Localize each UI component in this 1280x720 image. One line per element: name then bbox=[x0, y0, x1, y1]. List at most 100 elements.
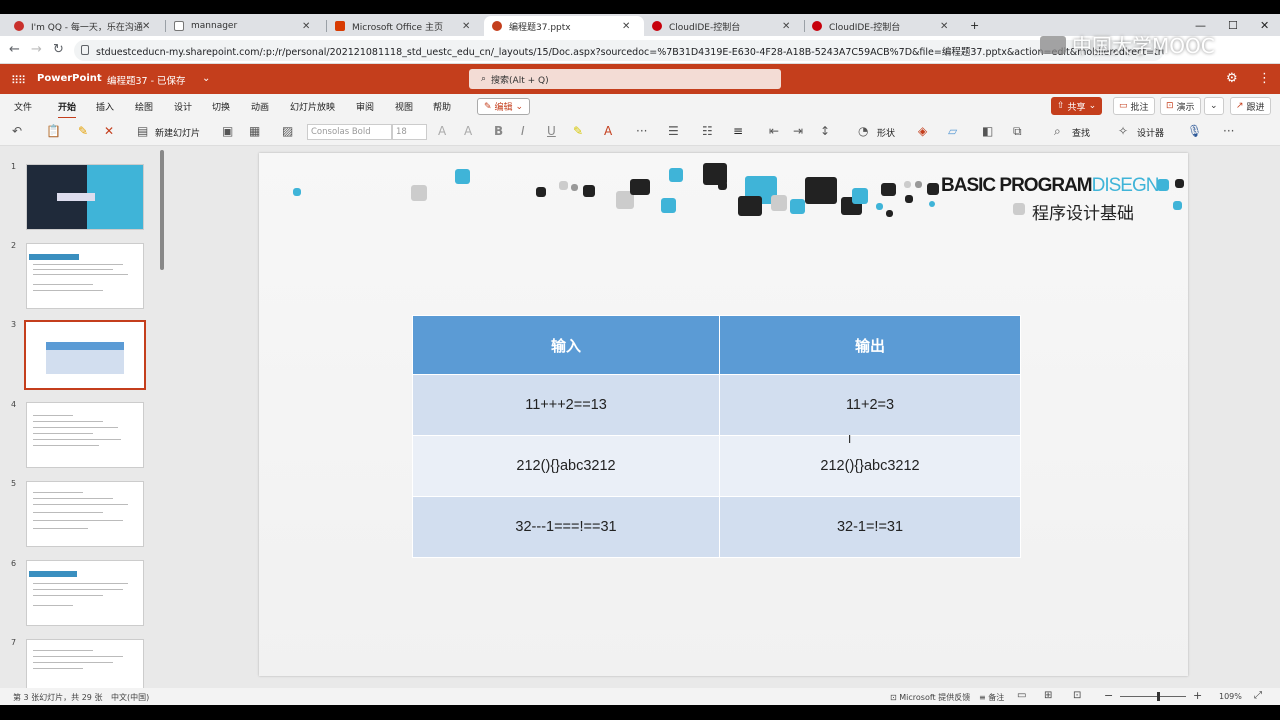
share-button[interactable]: ⇧ 共享 ⌄ bbox=[1051, 97, 1103, 115]
designer-icon[interactable]: ✧ bbox=[1118, 124, 1128, 138]
reading-view-icon[interactable]: ⊡ bbox=[1073, 690, 1081, 701]
tab-draw[interactable]: 绘图 bbox=[135, 100, 153, 113]
zoom-out-icon[interactable]: − bbox=[1104, 689, 1113, 702]
arrange-icon[interactable]: ⧉ bbox=[1013, 124, 1022, 139]
bold-icon[interactable]: B bbox=[494, 124, 503, 138]
table-cell[interactable]: 32---1===!==31 bbox=[411, 496, 721, 558]
overflow-icon[interactable]: ··· bbox=[1223, 124, 1234, 138]
slide-thumbnail-1[interactable] bbox=[26, 164, 144, 230]
font-color-icon[interactable]: A bbox=[604, 124, 612, 138]
edit-mode-button[interactable]: ✎ 编辑 ⌄ bbox=[477, 98, 530, 115]
shape-fill-icon[interactable]: ◈ bbox=[918, 124, 927, 138]
tab-design[interactable]: 设计 bbox=[174, 100, 192, 113]
tab-file[interactable]: 文件 bbox=[14, 100, 32, 113]
decrease-indent-icon[interactable]: ⇤ bbox=[769, 124, 779, 138]
close-icon[interactable]: ✕ bbox=[302, 16, 310, 36]
thumbnail-scrollbar[interactable] bbox=[160, 150, 164, 270]
reuse-slide-icon[interactable]: ▣ bbox=[222, 124, 233, 138]
url-field[interactable]: stduestceducn-my.sharepoint.com/:p:/r/pe… bbox=[74, 40, 1164, 61]
table-cell[interactable]: 11+++2==13 bbox=[411, 374, 721, 436]
sorter-view-icon[interactable]: ⊞ bbox=[1044, 690, 1052, 701]
browser-tab-office[interactable]: Microsoft Office 主页 bbox=[327, 16, 479, 36]
normal-view-icon[interactable]: ▭ bbox=[1017, 690, 1026, 701]
section-icon[interactable]: ▨ bbox=[282, 124, 293, 138]
tab-view[interactable]: 视图 bbox=[395, 100, 413, 113]
line-spacing-icon[interactable]: ↕ bbox=[820, 124, 830, 138]
highlight-icon[interactable]: ✎ bbox=[573, 124, 583, 138]
zoom-slider[interactable] bbox=[1120, 696, 1186, 697]
table-header-output[interactable]: 输出 bbox=[719, 315, 1021, 375]
table-cell[interactable]: 11+2=3 bbox=[719, 374, 1021, 436]
language-indicator[interactable]: 中文(中国) bbox=[111, 692, 149, 703]
table-header-input[interactable]: 输入 bbox=[411, 315, 721, 375]
zoom-in-icon[interactable]: + bbox=[1193, 689, 1202, 702]
feedback-button[interactable]: ⊡ Microsoft 提供反馈 bbox=[890, 692, 970, 703]
forward-icon[interactable]: → bbox=[31, 42, 42, 57]
comments-button[interactable]: ▭ 批注 bbox=[1113, 97, 1155, 115]
paste-icon[interactable]: 📋 bbox=[46, 124, 61, 138]
tab-review[interactable]: 审阅 bbox=[356, 100, 374, 113]
table-cell[interactable]: 212(){}abc3212 bbox=[411, 435, 721, 497]
zoom-level[interactable]: 109% bbox=[1219, 692, 1242, 701]
fit-slide-icon[interactable]: ⤢ bbox=[1254, 690, 1262, 701]
new-slide-icon[interactable]: ▤ bbox=[137, 124, 148, 138]
underline-icon[interactable]: U bbox=[547, 124, 556, 138]
tab-slideshow[interactable]: 幻灯片放映 bbox=[290, 100, 335, 113]
search-input[interactable]: ⌕ 搜索(Alt + Q) bbox=[469, 69, 781, 89]
tab-help[interactable]: 帮助 bbox=[433, 100, 451, 113]
present-options-button[interactable]: ⌄ bbox=[1204, 97, 1224, 115]
maximize-button[interactable]: ☐ bbox=[1228, 14, 1238, 36]
dictate-icon[interactable]: 🎙 bbox=[1187, 124, 1202, 138]
io-table[interactable]: 输入 输出 11+++2==13 11+2=3 212(){}abc3212 2… bbox=[411, 315, 1021, 558]
shrink-font-icon[interactable]: A bbox=[464, 124, 472, 138]
tab-transitions[interactable]: 切换 bbox=[212, 100, 230, 113]
clear-icon[interactable]: ✕ bbox=[104, 124, 114, 138]
increase-indent-icon[interactable]: ⇥ bbox=[793, 124, 803, 138]
close-icon[interactable]: ✕ bbox=[142, 16, 150, 36]
shape-effects-icon[interactable]: ◧ bbox=[982, 124, 993, 138]
catchup-button[interactable]: ↗ 跟进 bbox=[1230, 97, 1271, 115]
present-button[interactable]: ⊡ 演示 bbox=[1160, 97, 1201, 115]
shapes-icon[interactable]: ◔ bbox=[858, 124, 868, 138]
browser-tab-cloudide-1[interactable]: CloudIDE-控制台 bbox=[644, 16, 800, 36]
find-icon[interactable]: ⌕ bbox=[1054, 124, 1061, 139]
table-cell[interactable]: 212(){}abc3212 bbox=[719, 435, 1021, 497]
tab-insert[interactable]: 插入 bbox=[96, 100, 114, 113]
chevron-down-icon[interactable]: ⌄ bbox=[202, 73, 210, 84]
format-painter-icon[interactable]: ✎ bbox=[78, 124, 88, 138]
browser-tab-qq[interactable]: I'm QQ - 每一天，乐在沟通 bbox=[6, 16, 158, 36]
shape-outline-icon[interactable]: ▱ bbox=[948, 124, 957, 138]
back-icon[interactable]: ← bbox=[9, 42, 20, 57]
close-icon[interactable]: ✕ bbox=[940, 16, 948, 36]
document-title[interactable]: 编程题37 - 已保存 bbox=[107, 73, 186, 87]
align-icon[interactable]: ≡ bbox=[733, 124, 743, 138]
notes-button[interactable]: ≡ 备注 bbox=[979, 692, 1004, 703]
close-icon[interactable]: ✕ bbox=[782, 16, 790, 36]
shapes-button[interactable]: 形状 bbox=[877, 126, 895, 139]
browser-tab-pptx[interactable]: 编程题37.pptx bbox=[484, 16, 644, 36]
close-icon[interactable]: ✕ bbox=[462, 16, 470, 36]
new-tab-button[interactable]: + bbox=[970, 14, 979, 36]
slide-thumbnail-6[interactable] bbox=[26, 560, 144, 626]
bullets-icon[interactable]: ☰ bbox=[668, 124, 679, 138]
close-icon[interactable]: ✕ bbox=[622, 16, 630, 36]
numbering-icon[interactable]: ☷ bbox=[702, 124, 713, 138]
undo-icon[interactable]: ↶ bbox=[12, 124, 22, 138]
new-slide-button[interactable]: 新建幻灯片 bbox=[155, 126, 200, 139]
italic-icon[interactable]: I bbox=[521, 124, 525, 138]
font-size-field[interactable]: 18 bbox=[392, 124, 427, 140]
slide-canvas[interactable]: BASIC PROGRAMDISEGN 程序设计基础 输入 输出 11+++2=… bbox=[259, 153, 1188, 676]
app-name[interactable]: PowerPoint bbox=[37, 73, 102, 84]
slide-thumbnail-3[interactable] bbox=[24, 320, 146, 390]
zoom-slider-thumb[interactable] bbox=[1157, 692, 1160, 701]
grow-font-icon[interactable]: A bbox=[438, 124, 446, 138]
app-launcher-icon[interactable]: ⠿⠿ bbox=[11, 74, 26, 87]
tab-animations[interactable]: 动画 bbox=[251, 100, 269, 113]
slide-thumbnail-4[interactable] bbox=[26, 402, 144, 468]
browser-tab-cloudide-2[interactable]: CloudIDE-控制台 bbox=[804, 16, 960, 36]
table-cell[interactable]: 32-1=!=31 bbox=[719, 496, 1021, 558]
more-icon[interactable]: ⋮ bbox=[1258, 71, 1271, 86]
designer-button[interactable]: 设计器 bbox=[1137, 126, 1164, 139]
browser-tab-mannager[interactable]: mannager bbox=[166, 16, 318, 36]
slide-thumbnail-5[interactable] bbox=[26, 481, 144, 547]
